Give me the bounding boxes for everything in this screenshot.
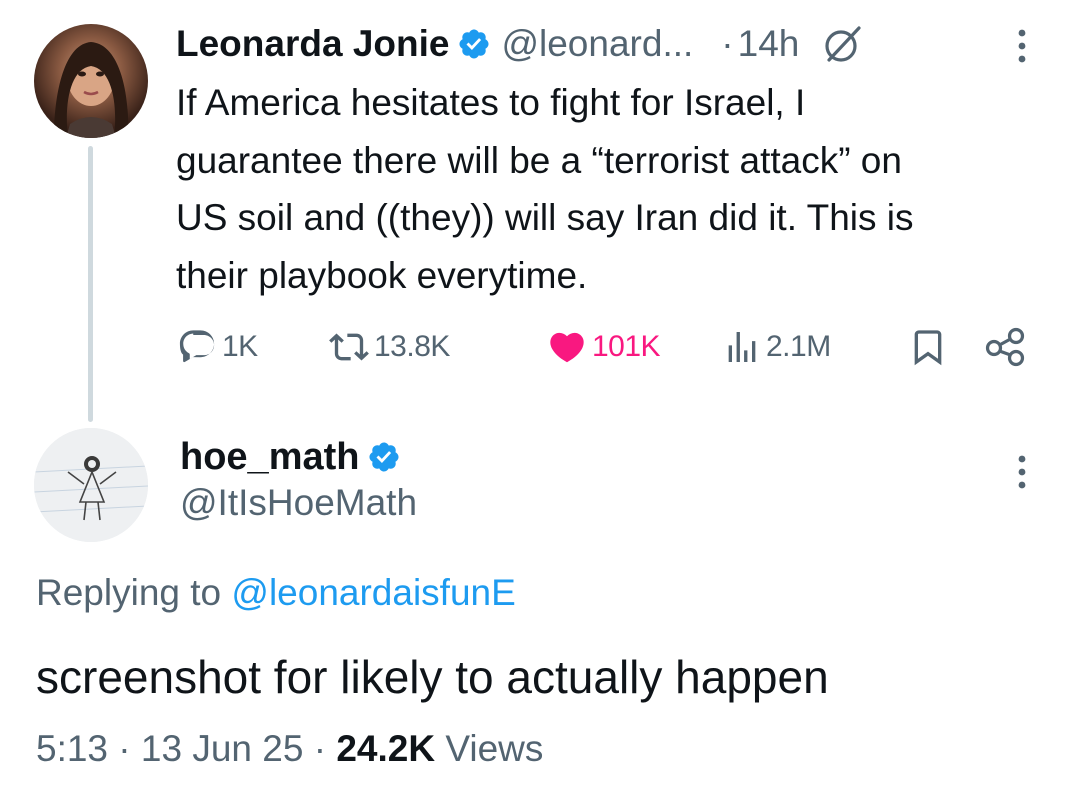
reply-time[interactable]: 5:13 (36, 728, 108, 769)
retweet-count: 13.8K (374, 330, 450, 363)
reply-display-name[interactable]: hoe_math (180, 436, 359, 479)
like-button[interactable]: 101K (546, 322, 661, 372)
views-bar-chart-icon (722, 327, 762, 367)
reply-handle[interactable]: @ItIsHoeMath (180, 482, 417, 524)
bookmark-button[interactable] (908, 322, 948, 372)
reply-tweet-text: screenshot for likely to actually happen (36, 651, 829, 703)
avatar-hoe-math[interactable] (34, 428, 148, 542)
heart-icon (546, 327, 588, 367)
parent-timestamp[interactable]: 14h (738, 23, 800, 65)
reply-date[interactable]: 13 Jun 25 (141, 728, 304, 769)
reply-button[interactable]: 1K (176, 322, 258, 372)
bookmark-icon (908, 327, 948, 367)
share-button[interactable] (984, 322, 1028, 372)
tweet-text-line: US soil and ((they)) will say Iran did i… (176, 197, 914, 238)
tweet-text-line: If America hesitates to fight for Israel… (176, 82, 806, 123)
tweet-text-line: guarantee there will be a “terrorist att… (176, 139, 902, 181)
replying-to-link[interactable]: @leonardaisfunE (231, 572, 515, 613)
verified-badge-icon (457, 27, 491, 61)
retweet-icon (328, 327, 370, 367)
tweet-text-line: their playbook everytime. (176, 254, 588, 296)
views-button[interactable]: 2.1M (722, 322, 831, 372)
tweet-meta-line: 5:13 · 13 Jun 25 · 24.2K Views (36, 728, 543, 770)
like-count: 101K (592, 330, 661, 363)
views-count: 2.1M (766, 330, 831, 363)
replying-to-prefix: Replying to (36, 572, 222, 613)
parent-handle[interactable]: @leonard... (501, 23, 693, 65)
reply-bubble-icon (176, 327, 218, 367)
parent-tweet-header: Leonarda Jonie @leonard... · 14h (176, 18, 865, 70)
share-icon (984, 327, 1028, 367)
reply-tweet-header: hoe_math (180, 432, 401, 482)
reply-count: 1K (222, 330, 258, 363)
more-vertical-icon[interactable] (1010, 452, 1034, 492)
meta-separator: · (118, 728, 131, 769)
parent-display-name[interactable]: Leonarda Jonie (176, 23, 449, 65)
verified-badge-icon (367, 440, 401, 474)
more-vertical-icon[interactable] (1010, 26, 1034, 66)
retweet-button[interactable]: 13.8K (328, 322, 450, 372)
avatar-leonarda[interactable] (34, 24, 148, 138)
reply-views-count: 24.2K (336, 728, 436, 769)
header-separator: · (721, 23, 734, 64)
replying-to-line: Replying to @leonardaisfunE (36, 572, 516, 614)
meta-separator: · (313, 728, 327, 769)
grok-icon[interactable] (821, 22, 865, 66)
tweet-action-bar: 1K 13.8K 101K 2.1M (176, 322, 1036, 372)
parent-tweet-text: If America hesitates to fight for Israel… (176, 74, 1046, 304)
thread-connector-line (88, 146, 93, 422)
reply-views-label: Views (445, 728, 544, 769)
